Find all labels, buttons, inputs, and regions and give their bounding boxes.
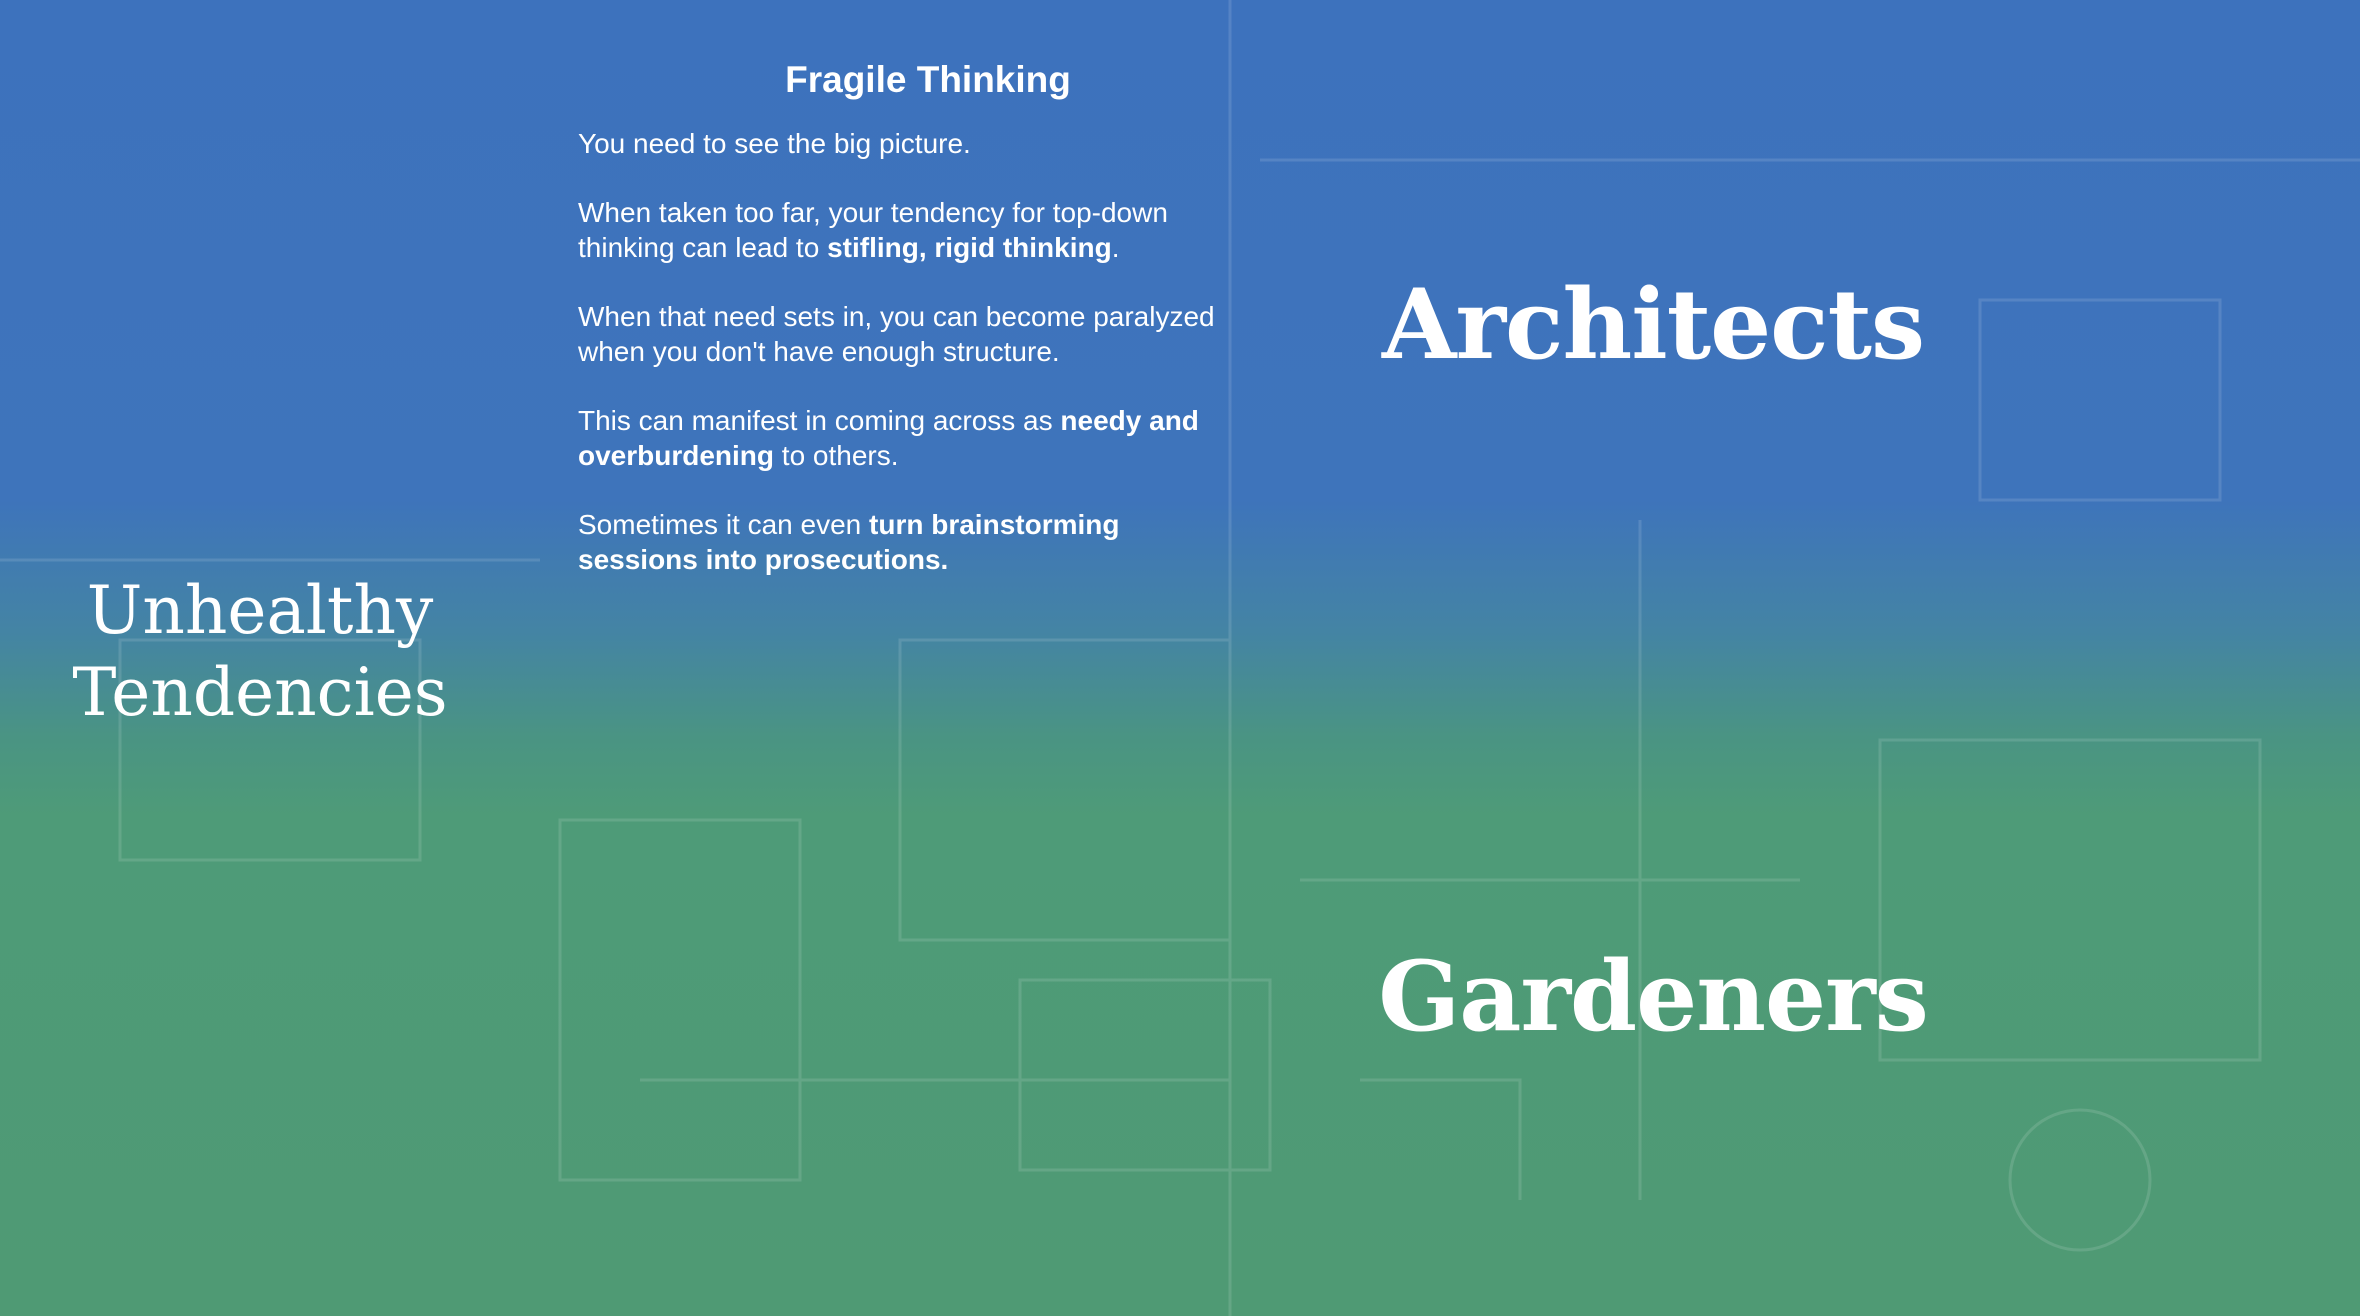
gardeners-label: Gardeners bbox=[1378, 940, 1928, 1053]
architects-label: Architects bbox=[1381, 268, 1925, 381]
paragraph-brainstorming-text: Sometimes it can even bbox=[578, 509, 870, 540]
section-heading-line2: Tendencies bbox=[72, 654, 448, 731]
panel-title: Fragile Thinking bbox=[785, 59, 1071, 100]
fragile-thinking-panel: Fragile Thinking You need to see the big… bbox=[578, 52, 1238, 611]
section-heading-line1: Unhealthy bbox=[86, 572, 434, 649]
paragraph-brainstorming: Sometimes it can even turn brainstorming… bbox=[578, 507, 1238, 577]
paragraph-needy-end: to others. bbox=[774, 440, 899, 471]
paragraph-needy-text: This can manifest in coming across as bbox=[578, 405, 1061, 436]
paragraph-top-down-emphasis: stifling, rigid thinking bbox=[827, 232, 1112, 263]
section-heading: Unhealthy Tendencies bbox=[60, 570, 460, 734]
paragraph-top-down-end: . bbox=[1111, 232, 1120, 263]
paragraph-needy: This can manifest in coming across as ne… bbox=[578, 403, 1238, 473]
paragraph-paralyzed: When that need sets in, you can become p… bbox=[578, 301, 1215, 367]
slide-background: Unhealthy Tendencies Fragile Thinking Yo… bbox=[0, 0, 2360, 1316]
paragraph-big-picture: You need to see the big picture. bbox=[578, 128, 971, 159]
paragraph-top-down: When taken too far, your tendency for to… bbox=[578, 195, 1238, 265]
